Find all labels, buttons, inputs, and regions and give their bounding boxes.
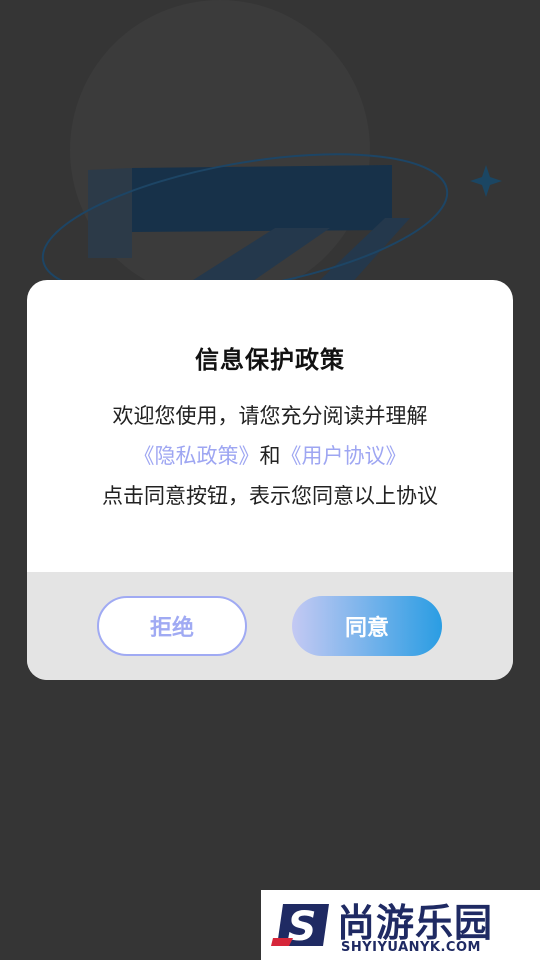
watermark-domain: SHYIYUANYK.COM <box>341 940 481 955</box>
watermark-logo-icon: S <box>271 904 329 950</box>
dialog-message: 欢迎您使用，请您充分阅读并理解 《隐私政策》和《用户协议》 点击同意按钮，表示您… <box>27 396 513 516</box>
connector-text: 和 <box>259 444 281 468</box>
message-line-1: 欢迎您使用，请您充分阅读并理解 <box>112 404 428 428</box>
privacy-policy-dialog: 信息保护政策 欢迎您使用，请您充分阅读并理解 《隐私政策》和《用户协议》 点击同… <box>27 280 513 680</box>
dialog-title: 信息保护政策 <box>195 346 345 374</box>
message-line-2: 《隐私政策》和《用户协议》 <box>27 436 513 476</box>
dialog-footer: 拒绝 同意 <box>27 572 513 680</box>
user-agreement-link[interactable]: 《用户协议》 <box>281 444 407 468</box>
agree-button[interactable]: 同意 <box>292 596 442 656</box>
watermark-logo-letter: S <box>288 904 317 950</box>
site-watermark: S 尚游乐园 SHYIYUANYK.COM <box>261 890 540 960</box>
background-illustration <box>41 0 502 300</box>
sparkle-icon <box>470 165 502 197</box>
privacy-policy-link[interactable]: 《隐私政策》 <box>134 444 260 468</box>
message-line-3: 点击同意按钮，表示您同意以上协议 <box>102 484 438 508</box>
watermark-title: 尚游乐园 <box>337 901 494 945</box>
reject-button[interactable]: 拒绝 <box>97 596 247 656</box>
